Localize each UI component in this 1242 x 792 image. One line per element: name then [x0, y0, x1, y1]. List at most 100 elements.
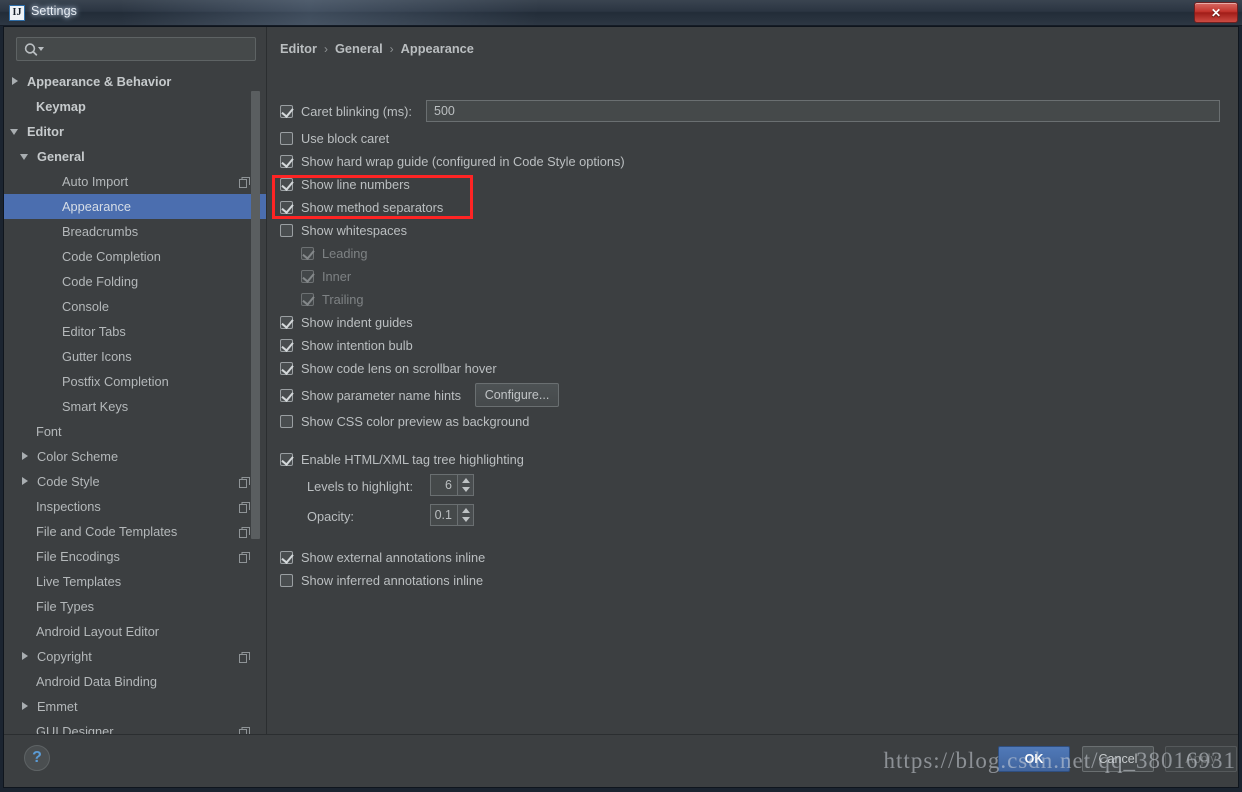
sidebar-item-code-folding[interactable]: Code Folding: [4, 269, 266, 294]
option-show-inferred-annotations[interactable]: Show inferred annotations inline: [280, 573, 483, 588]
option-show-external-annotations[interactable]: Show external annotations inline: [280, 550, 485, 565]
chevron-right-icon[interactable]: [20, 476, 31, 487]
spinner-up-icon[interactable]: [458, 505, 473, 515]
option-show-line-numbers[interactable]: Show line numbers: [280, 177, 410, 192]
option-show-hard-wrap-guide[interactable]: Show hard wrap guide (configured in Code…: [280, 154, 625, 169]
checkbox-show-intention-bulb[interactable]: [280, 339, 294, 352]
window-titlebar[interactable]: IJ Settings ✕: [0, 0, 1242, 26]
search-box[interactable]: [16, 37, 256, 61]
sidebar-item-android-layout-editor[interactable]: Android Layout Editor: [4, 619, 266, 644]
caret-blinking-input[interactable]: 500: [426, 100, 1220, 122]
label-show-line-numbers: Show line numbers: [301, 177, 410, 192]
sidebar-item-font[interactable]: Font: [4, 419, 266, 444]
sidebar-item-code-style[interactable]: Code Style: [4, 469, 266, 494]
breadcrumb-item-editor[interactable]: Editor: [280, 41, 317, 56]
settings-tree[interactable]: Appearance & Behavior Keymap Editor General…: [4, 69, 266, 737]
search-input[interactable]: [47, 41, 251, 59]
sidebar-item-gutter-icons[interactable]: Gutter Icons: [4, 344, 266, 369]
sidebar-item-appearance[interactable]: Appearance: [4, 194, 266, 219]
ok-button[interactable]: OK: [998, 746, 1070, 772]
sidebar-item-color-scheme[interactable]: Color Scheme: [4, 444, 266, 469]
checkbox-caret-blinking[interactable]: [280, 105, 294, 118]
checkbox-show-external-annotations[interactable]: [280, 551, 294, 564]
checkbox-show-code-lens[interactable]: [280, 362, 294, 375]
chevron-right-icon[interactable]: [20, 451, 31, 462]
label-show-css-color-preview: Show CSS color preview as background: [301, 414, 530, 429]
checkbox-show-whitespaces[interactable]: [280, 224, 293, 237]
chevron-down-icon[interactable]: [10, 126, 21, 137]
option-inner[interactable]: Inner: [301, 269, 351, 284]
sidebar-item-emmet[interactable]: Emmet: [4, 694, 266, 719]
spinner-buttons[interactable]: [457, 475, 473, 495]
settings-sidebar: Appearance & Behavior Keymap Editor General…: [4, 27, 266, 737]
sidebar-item-file-encodings[interactable]: File Encodings: [4, 544, 266, 569]
checkbox-enable-tag-tree[interactable]: [280, 453, 294, 466]
checkbox-leading[interactable]: [301, 247, 315, 260]
sidebar-item-live-templates[interactable]: Live Templates: [4, 569, 266, 594]
sidebar-item-label: Appearance: [62, 199, 132, 214]
sidebar-item-editor[interactable]: Editor: [4, 119, 266, 144]
breadcrumb-item-general[interactable]: General: [335, 41, 383, 56]
levels-to-highlight-spinner[interactable]: 6: [430, 474, 474, 496]
close-button[interactable]: ✕: [1194, 2, 1238, 23]
help-button[interactable]: ?: [24, 745, 50, 771]
checkbox-inner[interactable]: [301, 270, 315, 283]
sidebar-item-code-completion[interactable]: Code Completion: [4, 244, 266, 269]
checkbox-show-parameter-hints[interactable]: [280, 389, 294, 402]
cancel-button[interactable]: Cancel: [1082, 746, 1154, 772]
option-leading[interactable]: Leading: [301, 246, 368, 261]
sidebar-item-label: Code Completion: [62, 249, 161, 264]
sidebar-item-auto-import[interactable]: Auto Import: [4, 169, 266, 194]
sidebar-item-inspections[interactable]: Inspections: [4, 494, 266, 519]
checkbox-show-method-separators[interactable]: [280, 201, 294, 214]
sidebar-item-keymap[interactable]: Keymap: [4, 94, 266, 119]
sidebar-item-label: Smart Keys: [62, 399, 129, 414]
sidebar-item-file-and-code-templates[interactable]: File and Code Templates: [4, 519, 266, 544]
chevron-right-icon[interactable]: [20, 701, 31, 712]
sidebar-item-label: Live Templates: [36, 574, 122, 589]
option-show-parameter-hints[interactable]: Show parameter name hints: [280, 388, 461, 403]
option-show-code-lens[interactable]: Show code lens on scrollbar hover: [280, 361, 497, 376]
option-show-indent-guides[interactable]: Show indent guides: [280, 315, 413, 330]
sidebar-item-android-data-binding[interactable]: Android Data Binding: [4, 669, 266, 694]
sidebar-item-appearance-behavior[interactable]: Appearance & Behavior: [4, 69, 266, 94]
sidebar-scrollbar-thumb[interactable]: [251, 91, 260, 539]
label-use-block-caret: Use block caret: [301, 131, 390, 146]
spinner-down-icon[interactable]: [458, 515, 473, 525]
sidebar-scrollbar-track[interactable]: [251, 69, 263, 737]
sidebar-item-label: File and Code Templates: [36, 524, 178, 539]
option-use-block-caret[interactable]: Use block caret: [280, 131, 389, 146]
checkbox-show-css-color-preview[interactable]: [280, 415, 293, 428]
opacity-spinner[interactable]: 0.1: [430, 504, 474, 526]
apply-button[interactable]: Apply: [1165, 746, 1237, 772]
option-trailing[interactable]: Trailing: [301, 292, 363, 307]
label-caret-blinking: Caret blinking (ms):: [301, 104, 412, 119]
option-caret-blinking[interactable]: Caret blinking (ms):: [280, 104, 412, 119]
spinner-buttons[interactable]: [457, 505, 473, 525]
checkbox-use-block-caret[interactable]: [280, 132, 293, 145]
sidebar-item-editor-tabs[interactable]: Editor Tabs: [4, 319, 266, 344]
option-show-intention-bulb[interactable]: Show intention bulb: [280, 338, 413, 353]
option-show-method-separators[interactable]: Show method separators: [280, 200, 443, 215]
checkbox-show-inferred-annotations[interactable]: [280, 574, 293, 587]
option-enable-tag-tree[interactable]: Enable HTML/XML tag tree highlighting: [280, 452, 524, 467]
sidebar-item-console[interactable]: Console: [4, 294, 266, 319]
chevron-down-icon[interactable]: [20, 151, 31, 162]
chevron-right-icon[interactable]: [20, 651, 31, 662]
option-show-whitespaces[interactable]: Show whitespaces: [280, 223, 407, 238]
sidebar-item-postfix-completion[interactable]: Postfix Completion: [4, 369, 266, 394]
option-show-css-color-preview[interactable]: Show CSS color preview as background: [280, 414, 529, 429]
spinner-up-icon[interactable]: [458, 475, 473, 485]
sidebar-item-smart-keys[interactable]: Smart Keys: [4, 394, 266, 419]
checkbox-trailing[interactable]: [301, 293, 315, 306]
checkbox-show-hard-wrap-guide[interactable]: [280, 155, 294, 168]
chevron-right-icon[interactable]: [10, 76, 21, 87]
spinner-down-icon[interactable]: [458, 485, 473, 495]
checkbox-show-indent-guides[interactable]: [280, 316, 294, 329]
sidebar-item-general[interactable]: General: [4, 144, 266, 169]
sidebar-item-copyright[interactable]: Copyright: [4, 644, 266, 669]
configure-button[interactable]: Configure...: [475, 383, 559, 407]
sidebar-item-breadcrumbs[interactable]: Breadcrumbs: [4, 219, 266, 244]
checkbox-show-line-numbers[interactable]: [280, 178, 294, 191]
sidebar-item-file-types[interactable]: File Types: [4, 594, 266, 619]
